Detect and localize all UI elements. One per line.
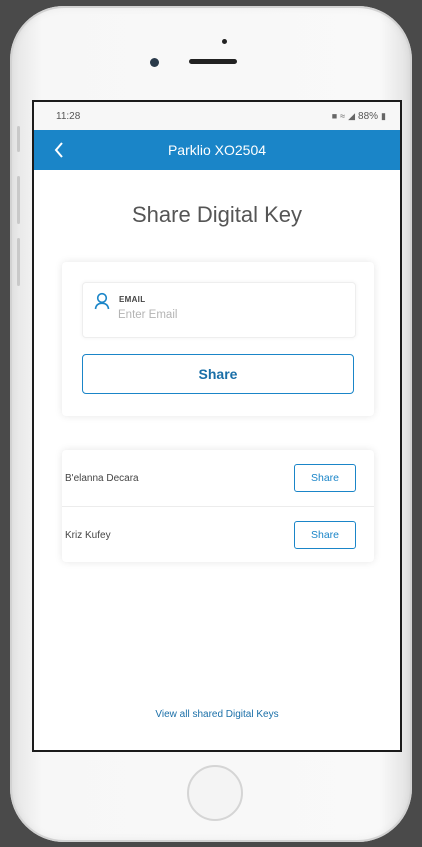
- back-button[interactable]: [44, 130, 74, 170]
- contact-row: Kriz Kufey Share: [62, 506, 374, 563]
- email-label: EMAIL: [119, 295, 146, 304]
- app-title: Parklio XO2504: [167, 142, 267, 158]
- app-bar: Parklio XO2504: [34, 130, 400, 170]
- view-all-shared-keys-link[interactable]: View all shared Digital Keys: [34, 709, 400, 720]
- page-title: Share Digital Key: [132, 202, 302, 227]
- volume-up-button: [17, 176, 20, 224]
- share-button[interactable]: Share: [82, 354, 354, 394]
- contact-name: Kriz Kufey: [65, 529, 111, 541]
- wifi-icon: ≈: [340, 111, 346, 121]
- status-time: 11:28: [56, 110, 81, 122]
- contact-list: B'elanna Decara Share Kriz Kufey Share: [62, 450, 374, 562]
- contact-share-button[interactable]: Share: [294, 464, 356, 492]
- front-camera: [150, 58, 159, 67]
- home-button[interactable]: [187, 765, 243, 821]
- contact-row: B'elanna Decara Share: [62, 450, 374, 506]
- contact-name: B'elanna Decara: [65, 472, 139, 484]
- battery-percent: 88%: [358, 110, 379, 122]
- battery-icon: ▮: [381, 110, 386, 121]
- email-input[interactable]: [118, 309, 338, 321]
- email-field[interactable]: EMAIL: [82, 282, 356, 338]
- proximity-sensor: [222, 39, 227, 44]
- share-card: EMAIL Share: [62, 262, 374, 416]
- contact-share-button[interactable]: Share: [294, 521, 356, 549]
- earpiece-speaker: [189, 59, 237, 64]
- status-indicators: ■ ≈ ◢ 88% ▮: [332, 111, 386, 122]
- phone-screen: 11:28 ■ ≈ ◢ 88% ▮ Parklio XO2504 Share D…: [32, 100, 402, 752]
- status-bar: 11:28 ■ ≈ ◢ 88% ▮: [34, 102, 400, 130]
- chevron-left-icon: [54, 142, 63, 158]
- notification-icon: ■: [331, 111, 338, 121]
- person-icon: [94, 292, 110, 310]
- volume-down-button: [17, 238, 20, 286]
- signal-icon: ◢: [348, 110, 356, 121]
- mute-switch: [17, 126, 20, 152]
